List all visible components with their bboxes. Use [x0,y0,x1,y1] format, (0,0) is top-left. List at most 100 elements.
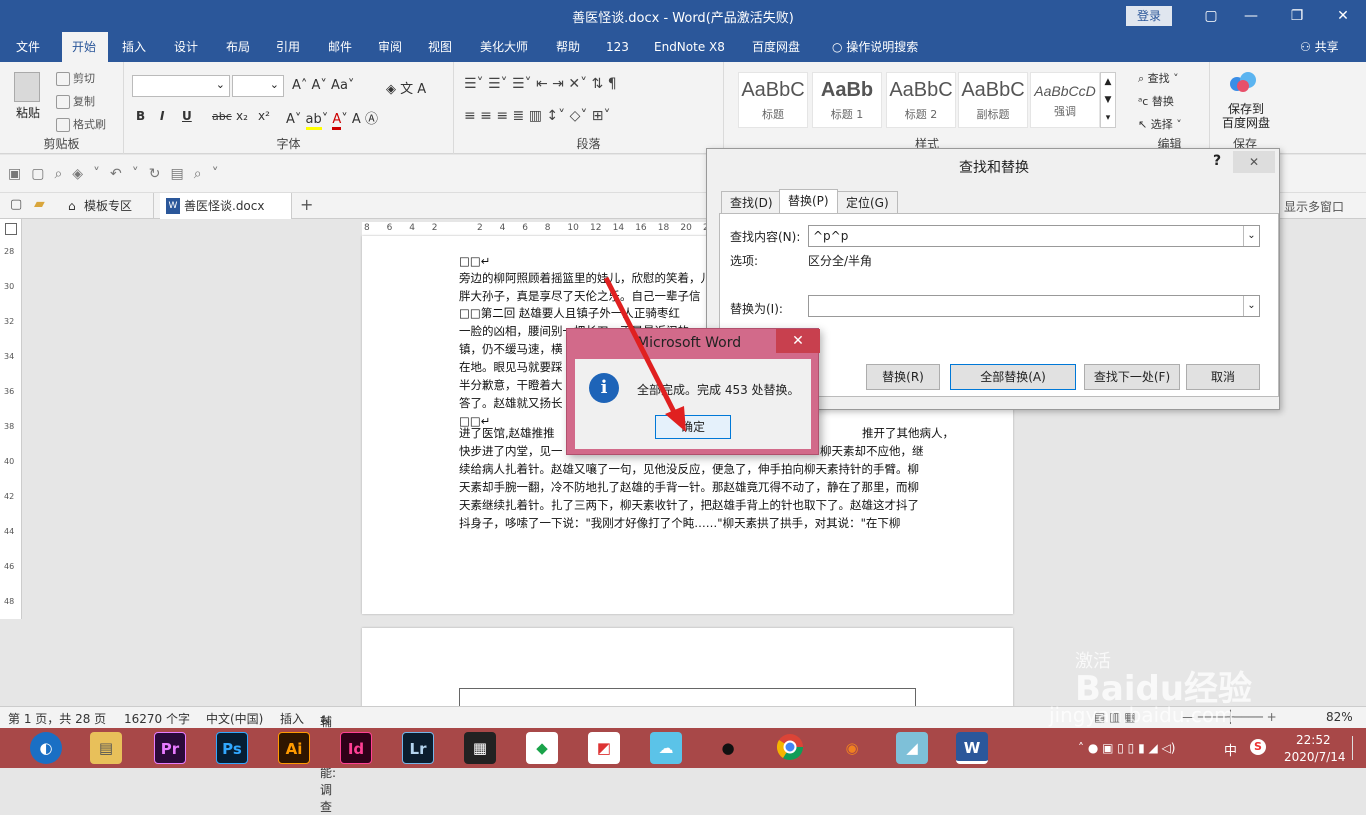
word-taskbar-icon[interactable]: W [956,732,988,764]
tab-beautify[interactable]: 美化大师 [470,32,538,62]
bold-button[interactable]: B [136,109,145,123]
tab-layout[interactable]: 布局 [216,32,260,62]
tab-123[interactable]: 123 [596,32,639,62]
replace-input[interactable]: ⌄ [808,295,1260,317]
tray-icons[interactable]: ˄ ● ▣ ▯ ▯ ▮ ◢ ◁) [1078,741,1175,755]
clock-time[interactable]: 22:52 [1296,733,1331,747]
styles-scroll[interactable]: ▲ ▼ ▾ [1100,72,1116,128]
qat-icons[interactable]: ▣▢⌕◈˅↶˅↻▤⌕˅ [8,166,229,182]
tell-me-search[interactable]: ○ 操作说明搜索 [822,32,928,62]
clear-format-icon[interactable]: ◈ 文 A [386,78,426,97]
ime-indicator[interactable]: 中 [1224,740,1237,759]
clock-date[interactable]: 2020/7/14 [1284,750,1346,764]
firefox-icon[interactable]: ◉ [836,732,868,764]
tab-template-zone[interactable]: ⌂ 模板专区 [60,193,154,219]
insert-mode[interactable]: 插入 [280,710,304,727]
find-button[interactable]: ⌕ 查找 ˅ [1138,70,1179,86]
browser-icon[interactable]: ◐ [30,732,62,764]
tab-current-doc[interactable]: W 善医怪谈.docx [160,193,292,219]
replace-all-button[interactable]: 全部替换(A) [950,364,1076,390]
help-button[interactable]: ? [1213,153,1221,169]
tab-home[interactable]: 开始 [62,32,108,62]
chrome-icon[interactable] [774,732,806,764]
tab-insert[interactable]: 插入 [112,32,156,62]
list-icons[interactable]: ☰˅ ☰˅ ☰˅ ⇤ ⇥ ✕˅ ⇅ ¶ [464,76,617,92]
paste-button[interactable]: 粘贴 [16,104,40,121]
save-to-netdisk-button[interactable]: 保存到 百度网盘 [1216,102,1276,130]
tab-baidu-netdisk[interactable]: 百度网盘 [742,32,810,62]
subscript-button[interactable]: x₂ [236,109,248,123]
qq-icon[interactable]: ● [712,732,744,764]
style-subtitle[interactable]: AaBbC 副标题 [958,72,1028,128]
photoshop-icon[interactable]: Ps [216,732,248,764]
ok-button[interactable]: 确定 [655,415,731,439]
tab-mailings[interactable]: 邮件 [318,32,362,62]
share-button[interactable]: ⚇ 共享 [1290,32,1349,62]
login-button[interactable]: 登录 [1126,6,1172,26]
align-icons[interactable]: ≡ ≡ ≡ ≣ ▥ ↕˅ ◇˅ ⊞˅ [464,108,611,124]
find-input[interactable]: ^p^p ⌄ [808,225,1260,247]
baidu-netdisk-icon[interactable] [1228,70,1258,94]
tab-references[interactable]: 引用 [266,32,310,62]
indesign-icon[interactable]: Id [340,732,372,764]
lightroom-icon[interactable]: Lr [402,732,434,764]
folder-icon[interactable]: ▰ [34,196,45,212]
tab-find[interactable]: 查找(D) [721,191,782,213]
dialog-close-button[interactable]: ✕ [1233,151,1275,173]
font-size-select[interactable]: ⌄ [232,75,284,97]
cut-button[interactable]: 剪切 [56,70,95,86]
video-editor-icon[interactable]: ▦ [464,732,496,764]
close-button[interactable]: ✕ [1328,4,1358,28]
tab-replace[interactable]: 替换(P) [779,189,838,214]
red-app-icon[interactable]: ◩ [588,732,620,764]
ribbon-display-icon[interactable]: ▢ [1196,4,1226,28]
document-page-2[interactable] [362,628,1013,708]
superscript-button[interactable]: x² [258,109,270,123]
font-name-select[interactable]: ⌄ [132,75,230,97]
add-tab-button[interactable]: + [300,195,313,214]
style-heading2[interactable]: AaBbC 标题 2 [886,72,956,128]
strikethrough-button[interactable]: abc [212,110,232,123]
tab-help[interactable]: 帮助 [546,32,590,62]
style-heading1[interactable]: AaBb 标题 1 [812,72,882,128]
tab-goto[interactable]: 定位(G) [837,191,898,213]
chat-app-icon[interactable]: ☁ [650,732,682,764]
word-count[interactable]: 16270 个字 [124,710,190,727]
italic-button[interactable]: I [160,109,164,123]
zoom-level[interactable]: 82% [1326,710,1353,724]
illustrator-icon[interactable]: Ai [278,732,310,764]
text-effects-icon[interactable]: A˅ ab˅ A˅ A Ⓐ [286,108,378,130]
green-app-icon[interactable]: ◆ [526,732,558,764]
copy-button[interactable]: 复制 [56,93,95,109]
restore-button[interactable]: ❐ [1282,4,1312,28]
chevron-down-icon[interactable]: ⌄ [1243,296,1259,316]
underline-button[interactable]: U [182,109,192,123]
format-painter-button[interactable]: 格式刷 [56,116,106,132]
multi-window-button[interactable]: 显示多窗口 [1284,198,1344,215]
tab-design[interactable]: 设计 [164,32,208,62]
sogou-icon[interactable]: S [1250,739,1266,755]
replace-button[interactable]: 替换(R) [866,364,940,390]
message-box-close[interactable]: ✕ [776,329,820,353]
show-desktop-button[interactable] [1352,736,1360,760]
tab-file[interactable]: 文件 [6,32,50,62]
page-count[interactable]: 第 1 页，共 28 页 [8,710,106,727]
tab-endnote[interactable]: EndNote X8 [644,32,735,62]
notes-app-icon[interactable]: ◢ [896,732,928,764]
grow-font-icon[interactable]: A˄ A˅ Aa˅ [292,78,354,93]
paste-icon[interactable] [14,72,40,102]
tab-stop-icon[interactable] [5,223,17,235]
tab-review[interactable]: 审阅 [368,32,412,62]
style-title[interactable]: AaBbC 标题 [738,72,808,128]
chevron-down-icon[interactable]: ⌄ [1243,226,1259,246]
premiere-icon[interactable]: Pr [154,732,186,764]
minimize-button[interactable]: — [1236,4,1266,28]
tab-view[interactable]: 视图 [418,32,462,62]
replace-button[interactable]: ᵃc 替换 [1138,93,1174,109]
language[interactable]: 中文(中国) [206,710,263,727]
find-next-button[interactable]: 查找下一处(F) [1084,364,1180,390]
select-button[interactable]: ↖ 选择 ˅ [1138,116,1182,132]
style-emphasis[interactable]: AaBbCcD 强调 [1030,72,1100,128]
cancel-button[interactable]: 取消 [1186,364,1260,390]
file-explorer-icon[interactable]: ▤ [90,732,122,764]
